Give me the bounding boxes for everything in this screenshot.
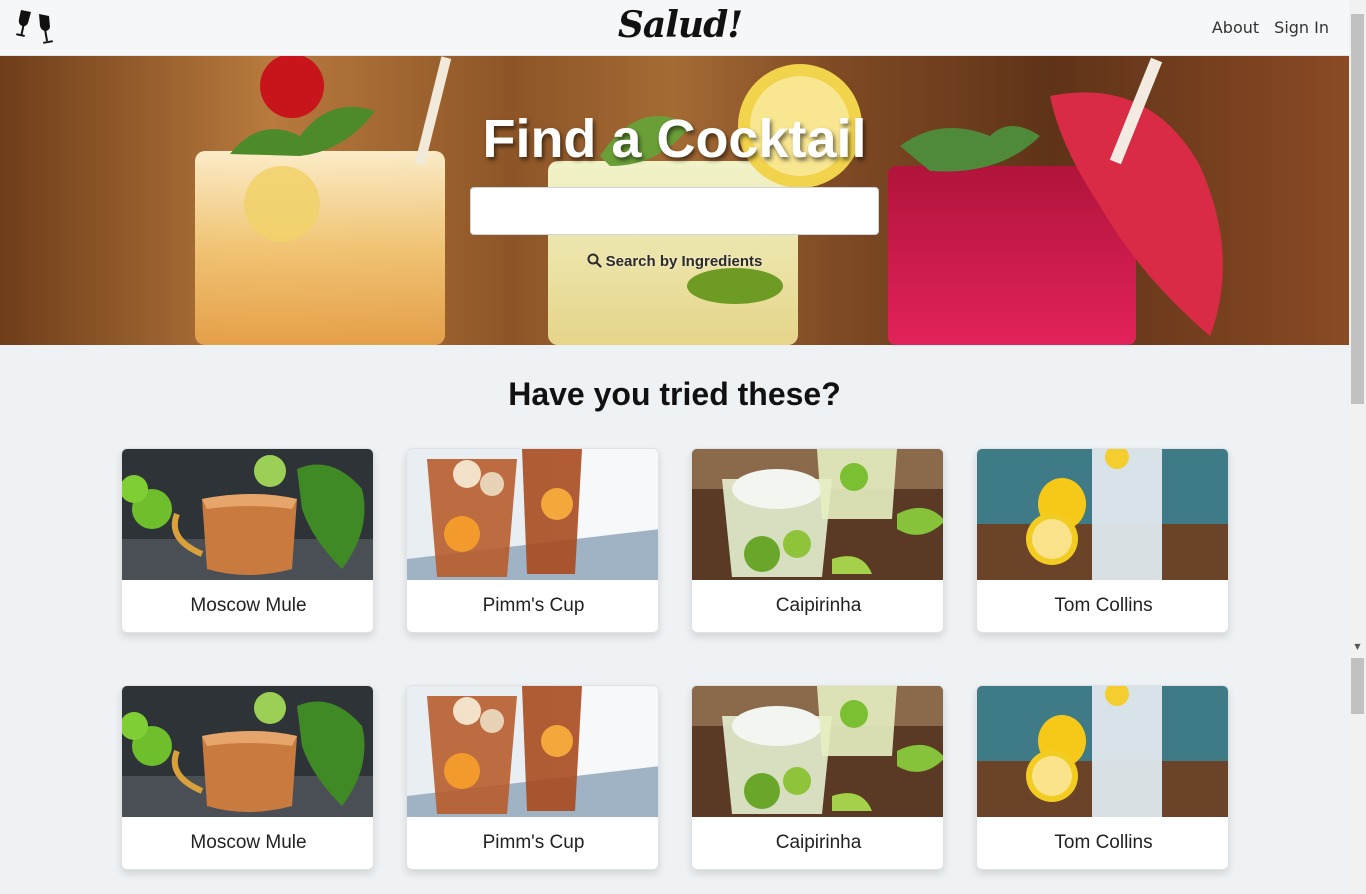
search-icon [587,253,602,272]
search-by-ingredients-link[interactable]: Search by Ingredients [0,253,1349,272]
pimms-cup-image [407,449,658,580]
pimms-cup-image [407,686,658,817]
section-title: Have you tried these? [508,376,841,412]
caipirinha-image [692,686,943,817]
nav-links: About Sign In [1212,18,1329,37]
moscow-mule-image [122,449,373,580]
cocktail-card-title: Caipirinha [775,595,862,616]
hero-title: Find a Cocktail [482,109,867,169]
cocktail-card-title: Pimm's Cup [482,595,585,616]
cocktail-card-title: Moscow Mule [190,595,307,616]
navbar: Salud! About Sign In [0,0,1349,56]
scrollbar-thumb[interactable] [1351,14,1364,404]
cocktail-card[interactable]: Tom Collins [976,448,1229,633]
cocktail-card[interactable]: Caipirinha [691,448,944,633]
cocktail-card[interactable]: Tom Collins [976,685,1229,870]
moscow-mule-image [122,686,373,817]
search-input[interactable] [470,187,879,235]
search-by-ingredients-label: Search by Ingredients [605,253,763,270]
cocktail-card[interactable]: Pimm's Cup [406,685,659,870]
nav-link-sign-in[interactable]: Sign In [1274,18,1329,37]
caipirinha-image [692,449,943,580]
hero-banner: Find a Cocktail Search by Ingredients [0,56,1349,345]
cocktail-card[interactable]: Caipirinha [691,685,944,870]
cocktail-card[interactable]: Moscow Mule [121,448,374,633]
scrollbar[interactable]: ▼ [1349,0,1366,894]
cocktail-card-title: Caipirinha [775,832,862,853]
nav-link-about[interactable]: About [1212,18,1259,37]
cocktail-card[interactable]: Moscow Mule [121,685,374,870]
tom-collins-image [977,449,1228,580]
cocktail-card-title: Pimm's Cup [482,832,585,853]
cocktail-card-title: Tom Collins [1054,832,1153,853]
brand-name[interactable]: Salud! [0,4,1349,46]
cocktail-card-title: Moscow Mule [190,832,307,853]
tom-collins-image [977,686,1228,817]
scroll-down-arrow-icon[interactable]: ▼ [1353,642,1362,651]
cocktail-card-title: Tom Collins [1054,595,1153,616]
scrollbar-thumb-secondary[interactable] [1351,658,1364,714]
cocktail-card[interactable]: Pimm's Cup [406,448,659,633]
